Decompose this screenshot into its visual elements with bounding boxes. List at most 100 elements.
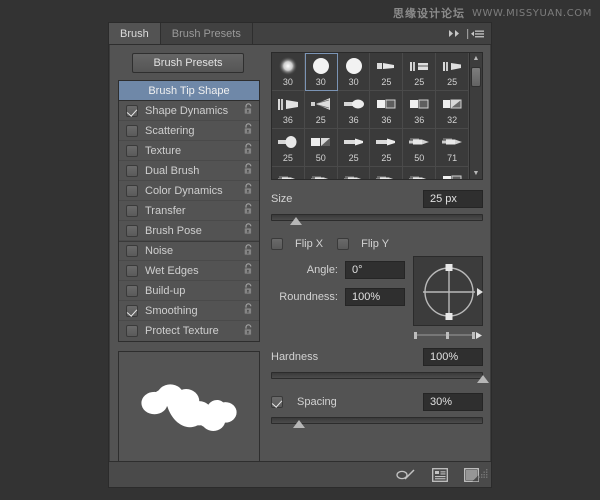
brush-tip-cell[interactable]: 32 [436,91,469,129]
flip-x-checkbox[interactable] [271,238,283,250]
spacing-slider[interactable] [271,415,483,428]
brush-tip-cell[interactable]: 36 [272,91,305,129]
hardness-slider-thumb[interactable] [477,375,489,383]
spacing-slider-thumb[interactable] [292,420,305,428]
setting-checkbox[interactable] [126,124,138,137]
size-slider-thumb[interactable] [290,217,303,225]
brush-tip-grid[interactable]: 3030302525253625363636322550252550712550… [272,53,469,179]
flip-y-control[interactable]: Flip Y [337,238,389,250]
watermark-cn-text: 思缘设计论坛 [393,7,466,20]
setting-checkbox[interactable] [126,264,138,277]
sidebar-item-brush-tip-shape[interactable]: Brush Tip Shape [119,81,259,101]
brush-tip-cell[interactable]: 25 [370,53,404,91]
lock-icon[interactable] [243,223,254,238]
lock-icon[interactable] [243,183,254,198]
brush-grid-scrollbar[interactable]: ▲ ▼ [469,53,482,179]
setting-checkbox[interactable] [126,325,138,337]
setting-checkbox[interactable] [126,224,138,237]
brush-tip-cell[interactable]: 71 [436,129,469,167]
roundness-label: Roundness: [279,291,338,303]
sidebar-item-color-dynamics[interactable]: Color Dynamics [119,181,259,201]
lock-icon[interactable] [243,103,254,118]
scroll-down-arrow-icon[interactable]: ▼ [473,170,480,177]
tab-brush[interactable]: Brush [109,23,161,44]
brush-tip-cell[interactable]: 36 [436,167,469,179]
flip-y-checkbox[interactable] [337,238,350,250]
hardness-slider-track [271,372,483,379]
brush-tip-shape-label: Brush Tip Shape [148,84,230,97]
brush-presets-button[interactable]: Brush Presets [132,53,244,73]
brush-tip-cell[interactable]: 30 [304,53,338,91]
brush-tip-cell[interactable]: 25 [403,53,437,91]
brush-tip-cell[interactable]: 50 [305,167,338,179]
collapse-icon[interactable] [448,29,463,38]
brush-tip-cell[interactable]: 50 [403,129,437,167]
roundness-strip[interactable] [413,328,483,339]
scrollbar-thumb[interactable] [471,67,481,87]
setting-checkbox[interactable] [126,144,138,157]
brush-tip-cell[interactable]: 25 [370,129,404,167]
setting-label: Protect Texture [145,325,219,337]
lock-icon[interactable] [243,123,254,138]
size-slider[interactable] [271,212,483,225]
sidebar-item-noise[interactable]: Noise [119,241,259,261]
panel-menu-icon[interactable] [467,28,484,39]
lock-icon[interactable] [243,203,254,218]
brush-tip-cell[interactable]: 25 [272,167,305,179]
lock-icon[interactable] [243,163,254,178]
sidebar-item-build-up[interactable]: Build-up [119,281,259,301]
lock-icon[interactable] [243,263,254,278]
sidebar-item-protect-texture[interactable]: Protect Texture [119,321,259,341]
lock-icon[interactable] [243,303,254,318]
lock-icon[interactable] [243,283,254,298]
size-input[interactable]: 25 px [423,190,483,208]
brush-tip-cell[interactable]: 30 [272,53,305,91]
tab-brush-presets[interactable]: Brush Presets [161,23,253,44]
hardness-input[interactable]: 100% [423,348,483,366]
brush-tip-size: 25 [447,77,458,87]
lock-icon[interactable] [243,243,254,259]
resize-grip[interactable] [477,467,489,485]
scroll-up-arrow-icon[interactable]: ▲ [473,55,480,62]
brush-tip-cell[interactable]: 36 [403,91,437,129]
brush-tip-cell[interactable]: 36 [337,91,371,129]
brush-tip-cell[interactable]: 25 [272,129,305,167]
open-preset-manager-icon[interactable] [432,467,448,482]
brush-tip-cell[interactable]: 36 [370,91,404,129]
sidebar-item-dual-brush[interactable]: Dual Brush [119,161,259,181]
sidebar-item-smoothing[interactable]: Smoothing [119,301,259,321]
size-row: Size 25 px [271,189,483,209]
spacing-input[interactable]: 30% [423,393,483,411]
sidebar-item-shape-dynamics[interactable]: Shape Dynamics [119,101,259,121]
brush-tip-cell[interactable]: 25 [337,129,371,167]
brush-tip-cell[interactable]: 50 [338,167,371,179]
spacing-checkbox[interactable] [271,396,283,408]
sidebar-item-wet-edges[interactable]: Wet Edges [119,261,259,281]
brush-tip-cell[interactable]: 25 [304,91,338,129]
sidebar-item-texture[interactable]: Texture [119,141,259,161]
setting-checkbox[interactable] [126,204,138,217]
toggle-brush-settings-icon[interactable] [396,468,416,482]
angle-input[interactable]: 0° [345,261,405,279]
brush-tip-cell[interactable]: 30 [337,53,371,91]
brush-tip-cell[interactable]: 25 [436,53,469,91]
setting-checkbox[interactable] [126,284,138,297]
angle-dial[interactable] [413,256,483,326]
setting-checkbox[interactable] [126,245,138,257]
hardness-slider[interactable] [271,370,489,383]
flip-x-control[interactable]: Flip X [271,238,323,250]
setting-checkbox[interactable] [126,164,138,177]
lock-icon[interactable] [243,143,254,158]
lock-icon[interactable] [243,323,254,339]
brush-tip-cell[interactable]: 50 [403,167,437,179]
brush-tip-cell[interactable]: 50 [304,129,338,167]
sidebar-item-scattering[interactable]: Scattering [119,121,259,141]
brush-tip-cell[interactable]: 50 [370,167,404,179]
setting-checkbox[interactable] [126,184,138,197]
setting-checkbox[interactable] [126,104,138,117]
sidebar-item-brush-pose[interactable]: Brush Pose [119,221,259,241]
angle-roundness-fields: Angle: 0° Roundness: 100% [271,252,413,338]
sidebar-item-transfer[interactable]: Transfer [119,201,259,221]
roundness-input[interactable]: 100% [345,288,405,306]
setting-checkbox[interactable] [126,304,138,317]
